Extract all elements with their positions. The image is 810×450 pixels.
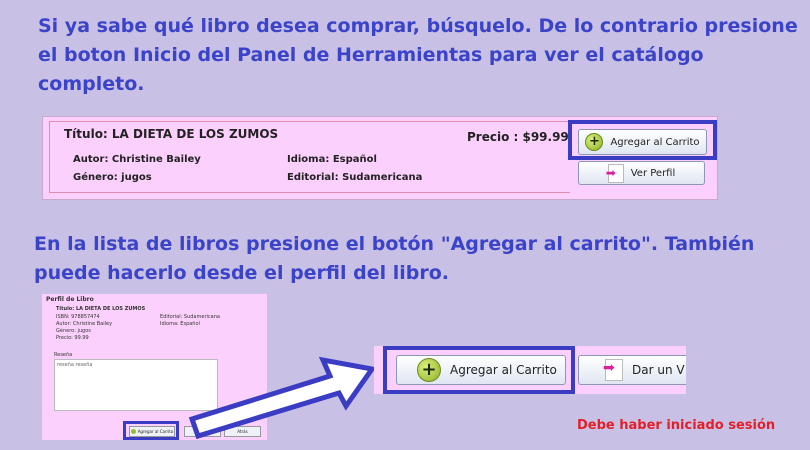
document-arrow-icon: ➡ [603,359,623,381]
zoomed-other-label: Dar un V [632,363,685,377]
highlight-zoomed-add [383,346,575,394]
zoomed-buttons: + Agregar al Carrito ➡ Dar un V [374,346,686,394]
login-warning: Debe haber iniciado sesión [577,418,776,433]
zoomed-second-button[interactable]: ➡ Dar un V [578,355,686,385]
